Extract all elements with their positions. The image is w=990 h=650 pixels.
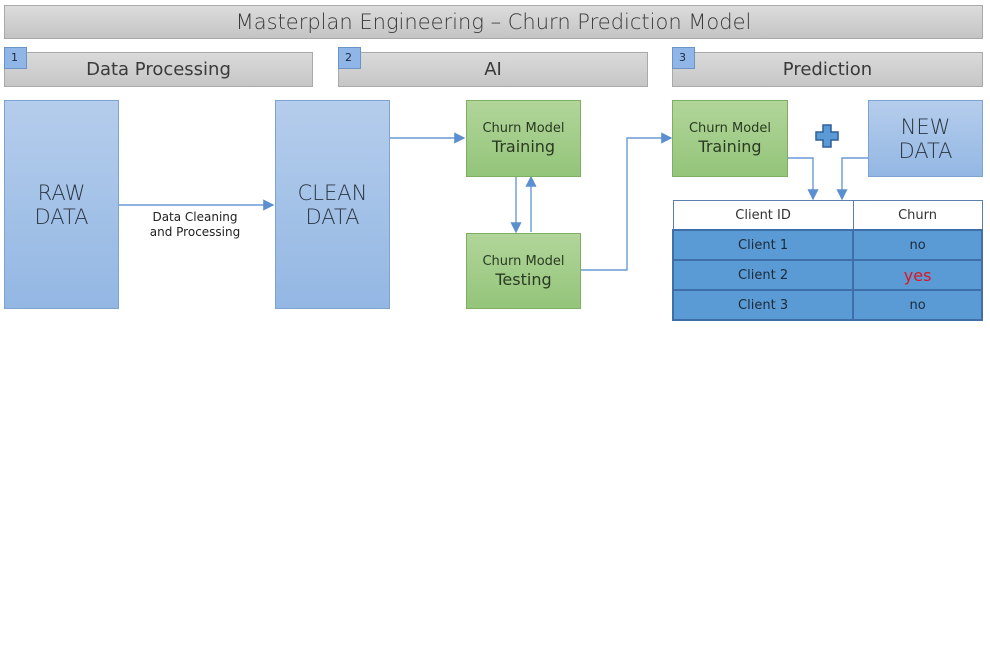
plus-icon — [815, 124, 839, 148]
churn-cell: no — [852, 229, 983, 261]
arrow-newdata-to-table — [836, 157, 868, 201]
client-id-cell: Client 2 — [671, 259, 855, 291]
churn-cell: no — [852, 289, 983, 321]
table-row: Client 3 no — [671, 289, 983, 321]
new-data-line1: NEW — [900, 114, 951, 139]
clean-data-node: CLEAN DATA — [275, 100, 390, 309]
table-row: Client 1 no — [671, 229, 983, 261]
clean-data-line2: DATA — [305, 204, 360, 229]
churn-model-training-node: Churn Model Training — [466, 100, 581, 177]
raw-data-line2: DATA — [34, 204, 89, 229]
edge-label-line2: and Processing — [149, 225, 241, 239]
column-header-churn: Churn — [852, 200, 983, 231]
node-line2: Training — [698, 137, 762, 156]
node-line1: Churn Model — [482, 121, 565, 136]
new-data-node: NEW DATA — [868, 100, 983, 177]
raw-data-line1: RAW — [37, 180, 86, 205]
table-header-row: Client ID Churn — [672, 200, 983, 231]
edge-label-line1: Data Cleaning — [152, 210, 238, 224]
table-row: Client 2 yes — [671, 259, 983, 291]
churn-model-testing-node: Churn Model Testing — [466, 233, 581, 309]
node-line1: Churn Model — [482, 253, 565, 269]
churn-cell: yes — [852, 259, 983, 291]
connector-lines — [119, 132, 868, 271]
node-line2: Training — [491, 137, 556, 156]
prediction-training-node: Churn Model Training — [672, 100, 788, 177]
clean-data-line1: CLEAN — [297, 180, 368, 205]
data-cleaning-label: Data Cleaning and Processing — [140, 210, 250, 240]
client-id-cell: Client 3 — [671, 289, 855, 321]
churn-results-table: Client ID Churn Client 1 no Client 2 yes… — [671, 200, 983, 321]
raw-data-node: RAW DATA — [4, 100, 119, 309]
node-line2: Testing — [495, 269, 552, 289]
arrow-training-to-table — [788, 157, 819, 201]
node-line1: Churn Model — [688, 121, 772, 136]
new-data-line2: DATA — [898, 138, 953, 163]
column-header-client-id: Client ID — [672, 200, 854, 231]
arrow-testing-to-prediction — [581, 132, 673, 271]
client-id-cell: Client 1 — [671, 229, 855, 261]
